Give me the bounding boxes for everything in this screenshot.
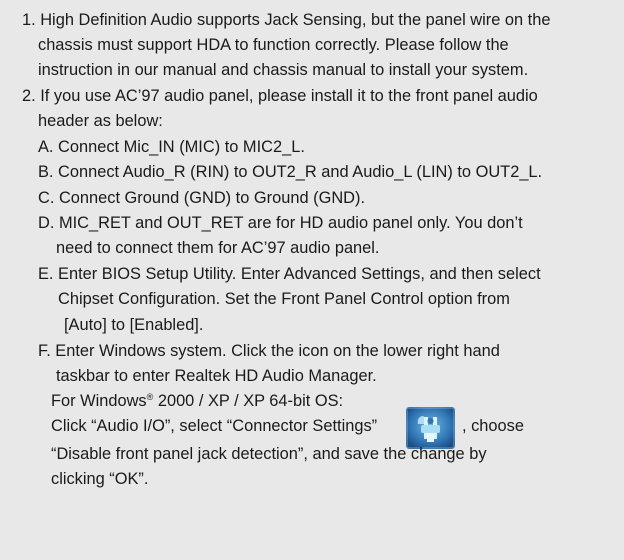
sub-item-d-line-1: D. MIC_RET and OUT_RET are for HD audio … — [38, 214, 523, 232]
sub-item-f-line-2: taskbar to enter Realtek HD Audio Manage… — [56, 367, 377, 385]
disable-jack-line-2: clicking “OK”. — [51, 470, 149, 488]
list-item-2-line-1: 2. If you use AC’97 audio panel, please … — [22, 87, 538, 105]
click-audio-io-line: Click “Audio I/O”, select “Connector Set… — [51, 417, 378, 435]
connector-settings-icon — [406, 407, 455, 449]
windows-os-prefix: For Windows — [51, 392, 147, 410]
sub-item-e-line-2: Chipset Configuration. Set the Front Pan… — [58, 290, 510, 308]
sub-item-d-line-2: need to connect them for AC’97 audio pan… — [56, 239, 380, 257]
sub-item-e-line-3: [Auto] to [Enabled]. — [64, 316, 204, 334]
sub-item-e-line-1: E. Enter BIOS Setup Utility. Enter Advan… — [38, 265, 541, 283]
list-item-1-line-2: chassis must support HDA to function cor… — [38, 36, 509, 54]
disable-jack-line-1: “Disable front panel jack detection”, an… — [51, 445, 487, 463]
sub-item-f-line-1: F. Enter Windows system. Click the icon … — [38, 342, 500, 360]
sub-item-b: B. Connect Audio_R (RIN) to OUT2_R and A… — [38, 163, 543, 181]
list-item-2-line-2: header as below: — [38, 112, 163, 130]
list-item-1-line-1: 1. High Definition Audio supports Jack S… — [22, 11, 551, 29]
list-item-1-line-3: instruction in our manual and chassis ma… — [38, 61, 529, 79]
sub-item-a: A. Connect Mic_IN (MIC) to MIC2_L. — [38, 138, 305, 156]
windows-os-line: For Windows® 2000 / XP / XP 64-bit OS: — [51, 391, 343, 411]
choose-text: , choose — [462, 417, 524, 435]
sub-item-c: C. Connect Ground (GND) to Ground (GND). — [38, 189, 366, 207]
windows-os-suffix: 2000 / XP / XP 64-bit OS: — [153, 392, 344, 410]
